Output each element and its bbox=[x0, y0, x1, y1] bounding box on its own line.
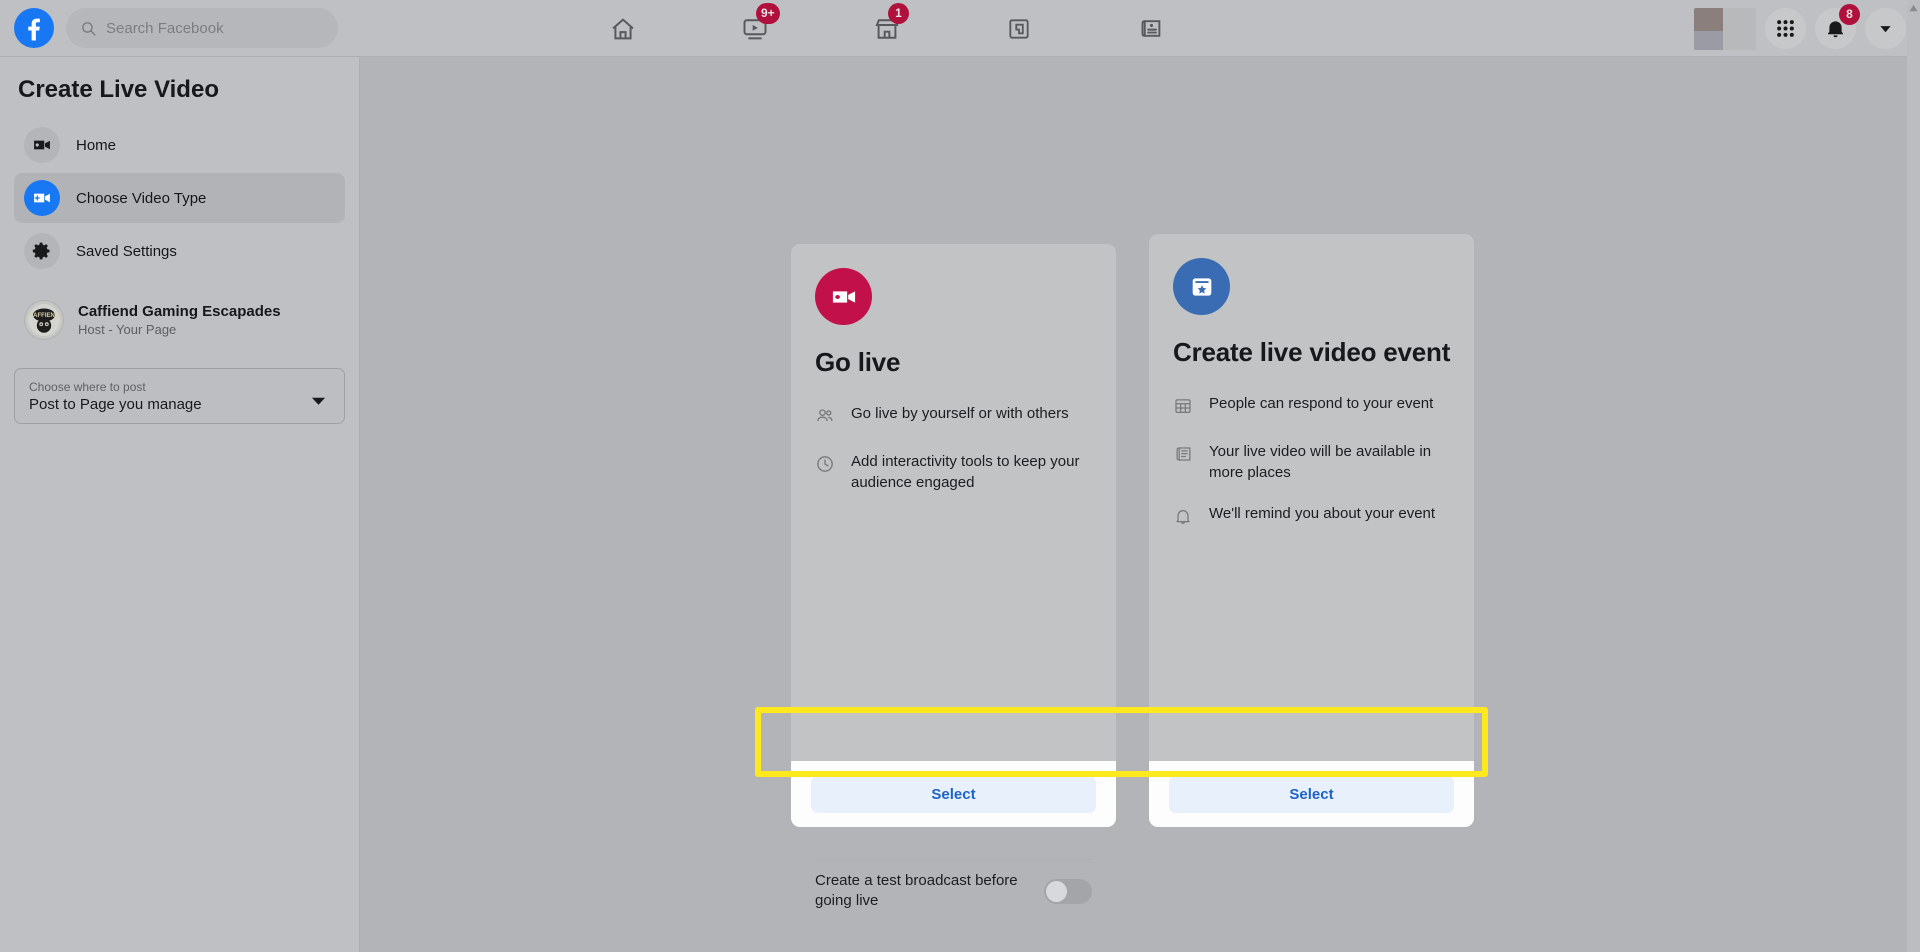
card-go-live[interactable]: Go live Go live by yourself or with othe… bbox=[791, 244, 1116, 909]
card-title: Create live video event bbox=[1173, 337, 1451, 367]
search-placeholder: Search Facebook bbox=[106, 19, 224, 37]
post-destination-label: Choose where to post bbox=[29, 379, 146, 394]
clock-icon bbox=[815, 452, 835, 479]
feature-list: Go live by yourself or with others Add i… bbox=[815, 404, 1092, 493]
people-icon bbox=[815, 404, 835, 431]
feature-text: People can respond to your event bbox=[1209, 395, 1434, 412]
test-broadcast-row: Create a test broadcast before going liv… bbox=[815, 871, 1092, 912]
nav-news-button[interactable] bbox=[1128, 6, 1174, 52]
test-broadcast-label: Create a test broadcast before going liv… bbox=[815, 872, 1018, 910]
page-name: Caffiend Gaming Escapades bbox=[78, 303, 281, 320]
facebook-logo-icon[interactable] bbox=[14, 8, 54, 48]
feature-item: Your live video will be available in mor… bbox=[1173, 442, 1450, 483]
video-type-cards: Go live Go live by yourself or with othe… bbox=[360, 57, 1907, 952]
main-content: Go live Go live by yourself or with othe… bbox=[360, 57, 1907, 952]
sidebar-item-saved-settings[interactable]: Saved Settings bbox=[14, 226, 345, 276]
feature-text: Add interactivity tools to keep your aud… bbox=[851, 453, 1080, 491]
nav-gaming-button[interactable] bbox=[996, 6, 1042, 52]
select-event-button[interactable]: Select bbox=[1169, 775, 1454, 813]
card-footer: Select bbox=[791, 761, 1116, 827]
svg-text:CAFFIEND: CAFFIEND bbox=[29, 313, 60, 319]
marketplace-badge: 1 bbox=[888, 2, 909, 24]
feature-item: We'll remind you about your event bbox=[1173, 504, 1450, 531]
feature-item: Go live by yourself or with others bbox=[815, 404, 1092, 431]
feature-text: We'll remind you about your event bbox=[1209, 505, 1436, 523]
nav-center-group: 9+ 1 bbox=[600, 0, 1174, 57]
nav-home-button[interactable] bbox=[600, 6, 646, 52]
search-icon bbox=[80, 20, 97, 37]
card-live-video-event[interactable]: Create live video event People can respo… bbox=[1149, 234, 1474, 827]
page-scrollbar[interactable] bbox=[1907, 0, 1920, 952]
post-destination-value: Post to Page you manage bbox=[29, 395, 202, 413]
top-navigation-bar: Search Facebook 9+ 1 8 bbox=[0, 0, 1920, 57]
caret-down-icon bbox=[311, 393, 326, 411]
grid-menu-icon[interactable] bbox=[1765, 8, 1806, 49]
page-role: Host - Your Page bbox=[78, 322, 177, 337]
sidebar-item-label: Saved Settings bbox=[76, 242, 177, 260]
video-camera-plus-icon bbox=[24, 180, 60, 216]
test-broadcast-toggle[interactable] bbox=[1044, 878, 1092, 904]
bell-icon bbox=[1173, 504, 1193, 531]
sidebar-item-label: Home bbox=[76, 136, 117, 154]
nav-right-group: 8 bbox=[1694, 0, 1906, 57]
news-article-icon bbox=[1173, 442, 1193, 469]
sidebar: Create Live Video Home Choose Video Type… bbox=[0, 57, 360, 952]
sidebar-item-label: Choose Video Type bbox=[76, 189, 207, 207]
card-title: Go live bbox=[815, 347, 901, 377]
post-destination-select[interactable]: Choose where to post Post to Page you ma… bbox=[14, 368, 345, 424]
page-avatar-icon: CAFFIEND bbox=[24, 300, 64, 340]
sidebar-item-home[interactable]: Home bbox=[14, 120, 345, 170]
feature-item: People can respond to your event bbox=[1173, 394, 1450, 421]
calendar-star-icon bbox=[1173, 258, 1230, 315]
video-camera-icon bbox=[24, 127, 60, 163]
card-divider bbox=[815, 859, 1092, 860]
sidebar-item-choose-video-type[interactable]: Choose Video Type bbox=[14, 173, 345, 223]
notifications-badge: 8 bbox=[1839, 4, 1860, 25]
feature-item: Add interactivity tools to keep your aud… bbox=[815, 452, 1092, 493]
feature-list: People can respond to your event Your li… bbox=[1173, 394, 1450, 531]
card-footer: Select bbox=[1149, 761, 1474, 827]
nav-marketplace-button[interactable]: 1 bbox=[864, 2, 910, 52]
feature-text: Go live by yourself or with others bbox=[851, 405, 1069, 422]
bell-icon[interactable]: 8 bbox=[1815, 4, 1860, 49]
calendar-grid-icon bbox=[1173, 394, 1193, 421]
profile-avatar[interactable] bbox=[1694, 7, 1756, 50]
post-destination-text: Choose where to post Post to Page you ma… bbox=[29, 380, 202, 413]
chevron-down-icon[interactable] bbox=[1865, 8, 1906, 49]
video-badge: 9+ bbox=[756, 2, 780, 24]
select-go-live-button[interactable]: Select bbox=[811, 775, 1096, 813]
feature-text: Your live video will be available in mor… bbox=[1209, 443, 1432, 481]
nav-video-button[interactable]: 9+ bbox=[732, 2, 780, 52]
search-input[interactable]: Search Facebook bbox=[66, 8, 338, 48]
page-account-row[interactable]: CAFFIEND Caffiend Gaming Escapades Host … bbox=[14, 290, 345, 350]
video-camera-icon bbox=[815, 268, 872, 325]
gear-icon bbox=[24, 233, 60, 269]
page-info: Caffiend Gaming Escapades Host - Your Pa… bbox=[78, 303, 281, 337]
page-title: Create Live Video bbox=[18, 76, 219, 103]
